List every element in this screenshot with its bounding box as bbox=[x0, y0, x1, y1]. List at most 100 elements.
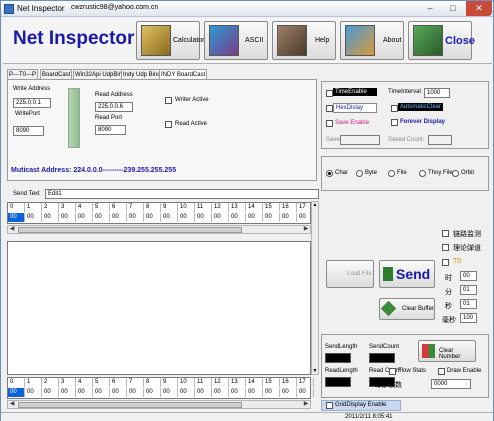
scroll-up-icon[interactable]: ▲ bbox=[312, 202, 318, 208]
grid-value-cell[interactable]: 00 bbox=[42, 213, 59, 222]
ascii-button[interactable]: ASCII bbox=[204, 21, 268, 60]
millisecond-field[interactable]: 100 bbox=[460, 313, 477, 323]
read-address-field[interactable]: 225.0.0.6 bbox=[95, 102, 133, 112]
writer-active-checkbox[interactable] bbox=[165, 97, 172, 104]
grid-value-cell[interactable]: 00 bbox=[212, 388, 229, 397]
maximize-icon[interactable]: □ bbox=[442, 1, 464, 16]
grid-value-cell[interactable]: 00 bbox=[110, 388, 127, 397]
time-enable-checkbox[interactable] bbox=[326, 90, 333, 97]
grid-value-cell[interactable]: 00 bbox=[144, 388, 161, 397]
grid-value-cell[interactable]: 00 bbox=[25, 213, 42, 222]
calculator-button[interactable]: Calculator bbox=[136, 21, 205, 60]
about-button[interactable]: About bbox=[340, 21, 404, 60]
save-path-field[interactable] bbox=[340, 135, 380, 145]
grid-display-toggle[interactable]: GridDisplay Enable bbox=[321, 400, 401, 411]
draw-enable-checkbox[interactable] bbox=[438, 368, 445, 375]
grid-value-cell[interactable]: 00 bbox=[263, 213, 280, 222]
receive-vertical-scrollbar[interactable]: ▲ ▼ bbox=[311, 201, 319, 375]
radio-thoy-file[interactable] bbox=[419, 170, 426, 177]
send-button[interactable]: Send bbox=[379, 260, 435, 288]
grid-value-cell[interactable]: 00 bbox=[178, 213, 195, 222]
radio-char[interactable] bbox=[326, 170, 333, 177]
second-field[interactable]: 01 bbox=[460, 299, 477, 309]
load-file-button[interactable]: Load File bbox=[326, 260, 374, 288]
grid-value-cell[interactable]: 00 bbox=[110, 213, 127, 222]
scroll-right-icon[interactable]: ▶ bbox=[302, 401, 310, 408]
grid-value-cell[interactable]: 00 bbox=[42, 388, 59, 397]
close-button[interactable]: Close bbox=[408, 21, 475, 60]
clear-number-button[interactable]: Clear Number bbox=[418, 340, 476, 362]
receive-hex-grid[interactable]: 0 1 2 3 4 5 6 7 8 9 10 11 12 13 14 15 16 17 00 00 00 00 00 00 0… bbox=[7, 377, 314, 399]
send-grid-scrollbar[interactable]: ◀ ▶ bbox=[7, 225, 311, 234]
send-text-field[interactable]: Edit1 bbox=[45, 189, 319, 199]
forever-display-checkbox[interactable] bbox=[391, 119, 398, 126]
grid-value-cell[interactable]: 00 bbox=[246, 213, 263, 222]
grid-value-cell[interactable]: 00 bbox=[161, 213, 178, 222]
grid-value-cell[interactable]: 00 bbox=[127, 213, 144, 222]
save-enable-checkbox[interactable] bbox=[326, 120, 333, 127]
scroll-left-icon[interactable]: ◀ bbox=[8, 401, 16, 408]
tab-win32api-udpbind[interactable]: Win32Api UdpBind bbox=[73, 69, 128, 79]
radio-orbit[interactable] bbox=[452, 170, 459, 177]
grid-value-cell[interactable]: 00 bbox=[76, 388, 93, 397]
receive-text-area[interactable] bbox=[7, 241, 311, 375]
grid-value-cell[interactable]: 00 bbox=[59, 388, 76, 397]
automatic-clear-checkbox[interactable] bbox=[391, 105, 398, 112]
minimize-icon[interactable]: – bbox=[419, 1, 441, 16]
grid-header-cell: 14 bbox=[246, 203, 263, 212]
scroll-thumb[interactable] bbox=[18, 227, 242, 233]
write-address-field[interactable]: 225.0.0.1 bbox=[13, 98, 51, 108]
flow-stats-label: Flow Stats bbox=[398, 368, 427, 374]
grid-value-cell[interactable]: 00 bbox=[93, 213, 110, 222]
receive-grid-scrollbar[interactable]: ◀ ▶ bbox=[7, 400, 311, 409]
grid-value-cell[interactable]: 00 bbox=[161, 388, 178, 397]
tab-p-to-p[interactable]: P---T0---P bbox=[7, 69, 38, 79]
radio-file[interactable] bbox=[388, 170, 395, 177]
link-monitor-checkbox[interactable] bbox=[442, 230, 449, 237]
grid-value-cell[interactable]: 00 bbox=[229, 213, 246, 222]
hour-field[interactable]: 00 bbox=[460, 271, 477, 281]
grid-value-cell[interactable]: 00 bbox=[195, 213, 212, 222]
grid-value-cell[interactable]: 00 bbox=[93, 388, 110, 397]
write-address-label: Write Address bbox=[13, 86, 51, 92]
time-interval-field[interactable]: 1000 bbox=[424, 88, 450, 98]
read-port-field[interactable]: 8090 bbox=[95, 125, 126, 135]
scroll-thumb[interactable] bbox=[18, 402, 242, 408]
tab-indy-udp-bind[interactable]: Indy Udp Bind bbox=[121, 69, 163, 79]
flow-stats-checkbox[interactable] bbox=[389, 368, 396, 375]
tab-boardcast[interactable]: BoardCast bbox=[40, 69, 73, 79]
grid-value-cell[interactable]: 00 bbox=[25, 388, 42, 397]
grid-value-cell[interactable]: 00 bbox=[144, 213, 161, 222]
grid-display-checkbox[interactable] bbox=[326, 402, 333, 409]
grid-value-cell[interactable]: 00 bbox=[280, 213, 297, 222]
tab-indy-boardcast[interactable]: INDY BoardCast bbox=[159, 69, 208, 79]
close-icon[interactable]: ✕ bbox=[466, 1, 492, 16]
radio-byte[interactable] bbox=[356, 170, 363, 177]
minute-field[interactable]: 01 bbox=[460, 285, 477, 295]
grid-value-cell[interactable]: 00 bbox=[127, 388, 144, 397]
grid-value-cell[interactable]: 00 bbox=[76, 213, 93, 222]
grid-header-cell: 15 bbox=[263, 203, 280, 212]
grid-value-cell[interactable]: 00 bbox=[297, 388, 314, 397]
clear-buffer-button[interactable]: Clear Buffer bbox=[379, 298, 435, 320]
grid-value-cell[interactable]: 00 bbox=[263, 388, 280, 397]
grid-value-cell[interactable]: 00 bbox=[246, 388, 263, 397]
help-button[interactable]: Help bbox=[272, 21, 336, 60]
grid-value-cell[interactable]: 00 bbox=[8, 213, 25, 222]
grid-value-cell[interactable]: 00 bbox=[229, 388, 246, 397]
read-active-checkbox[interactable] bbox=[165, 121, 172, 128]
scroll-right-icon[interactable]: ▶ bbox=[302, 226, 310, 233]
scroll-down-icon[interactable]: ▼ bbox=[312, 368, 318, 374]
theory-trajectory-checkbox[interactable] bbox=[442, 244, 449, 251]
grid-value-cell[interactable]: 00 bbox=[280, 388, 297, 397]
grid-value-cell[interactable]: 00 bbox=[59, 213, 76, 222]
hex-display-checkbox[interactable] bbox=[326, 105, 333, 112]
grid-value-cell[interactable]: 00 bbox=[212, 213, 229, 222]
t0-checkbox[interactable] bbox=[442, 259, 449, 266]
send-hex-grid[interactable]: 0 1 2 3 4 5 6 7 8 9 10 11 12 13 14 15 16 17 00 00 00 00 00 00 0… bbox=[7, 202, 314, 224]
grid-value-cell[interactable]: 00 bbox=[195, 388, 212, 397]
scroll-left-icon[interactable]: ◀ bbox=[8, 226, 16, 233]
grid-value-cell[interactable]: 00 bbox=[8, 388, 25, 397]
grid-value-cell[interactable]: 00 bbox=[178, 388, 195, 397]
write-port-field[interactable]: 8090 bbox=[13, 126, 44, 136]
